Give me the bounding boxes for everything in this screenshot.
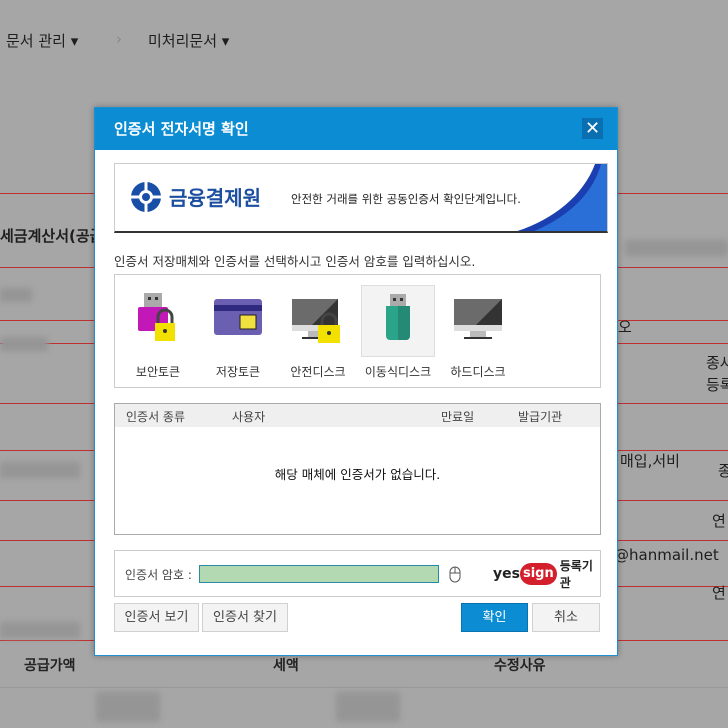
column-header: 공급가액 [24,658,76,674]
security-token-icon [138,293,175,341]
password-section: 인증서 암호 : yes sign 등록기관 [114,550,601,597]
password-label: 인증서 암호 : [125,568,192,582]
view-certificate-button[interactable]: 인증서 보기 [114,603,199,632]
find-certificate-button[interactable]: 인증서 찾기 [202,603,288,632]
cell-text: 매입,서비 [620,452,680,470]
kftc-logo-icon [131,182,161,212]
kftc-banner: 금융결제원 안전한 거래를 위한 공동인증서 확인단계입니다. [114,163,608,233]
certificate-signing-dialog: 인증서 전자서명 확인 ✕ 금융결제원 안전한 거래를 위한 공동인증서 확인단… [94,107,618,656]
media-label: 이동식디스크 [364,365,432,379]
dialog-title: 인증서 전자서명 확인 [114,120,249,138]
breadcrumb-item[interactable]: 문서 관리 ▾ [6,30,78,51]
certificate-password-input[interactable] [199,565,439,583]
storage-media-selector: 보안토큰 저장토큰 안전디스크 이동식디스크 하드디스크 [114,274,601,388]
cell-text: 종사 [706,354,728,372]
column-header[interactable]: 인증서 종류 [126,408,185,425]
close-icon[interactable]: ✕ [582,118,603,139]
yessign-logo-text: yes [493,566,520,582]
storage-token-icon [214,299,262,335]
media-label: 저장토큰 [215,365,261,379]
cell-text: 오 [618,318,632,336]
certificate-list[interactable]: 인증서 종류 사용자 만료일 발급기관 해당 매체에 인증서가 없습니다. [114,403,601,535]
media-label: 하드디스크 [450,365,506,379]
removable-disk-icon [386,294,410,340]
media-secure-disk[interactable] [281,285,355,357]
cell-text: 연 [712,584,726,602]
blurred-text [0,337,48,351]
breadcrumb-item[interactable]: 미처리문서 ▾ [148,30,229,51]
media-label: 보안토큰 [135,365,181,379]
media-storage-token[interactable] [201,285,275,357]
banner-swoosh [517,164,607,231]
hard-disk-icon [454,299,502,339]
ok-button[interactable]: 확인 [461,603,528,632]
cell-text: 연 [712,512,726,530]
yessign-logo: yes sign 등록기관 [493,559,600,590]
blurred-text [625,240,728,256]
section-title: 세금계산서(공급 [0,227,104,245]
blurred-text [336,692,400,722]
column-header[interactable]: 만료일 [441,408,474,425]
email-text: @hanmail.net [614,546,719,564]
cell-text: 등록 [706,376,728,394]
secure-disk-icon [292,299,340,343]
column-header: 수정사유 [494,658,546,674]
column-header[interactable]: 사용자 [232,408,265,425]
blurred-text [0,622,80,638]
blurred-text [96,692,160,722]
divider [0,687,728,688]
yessign-logo-text: sign [519,563,557,585]
banner-message: 안전한 거래를 위한 공동인증서 확인단계입니다. [291,192,521,206]
column-header[interactable]: 발급기관 [518,408,562,425]
blurred-text [0,288,32,302]
media-security-token[interactable] [121,285,195,357]
kftc-logo-text: 금융결제원 [169,186,261,210]
media-label: 안전디스크 [290,365,346,379]
dialog-titlebar: 인증서 전자서명 확인 ✕ [95,108,617,150]
column-header: 세액 [273,658,299,674]
chevron-right-icon: › [116,30,122,48]
certificate-list-header: 인증서 종류 사용자 만료일 발급기관 [115,404,600,427]
mouse-icon[interactable] [449,564,461,584]
registrar-label: 등록기관 [559,559,593,590]
media-removable-disk[interactable] [361,285,435,357]
empty-message: 해당 매체에 인증서가 없습니다. [274,467,441,482]
blurred-text [0,462,80,478]
media-hard-disk[interactable] [441,285,515,357]
instruction-text: 인증서 저장매체와 인증서를 선택하시고 인증서 암호를 입력하십시오. [114,254,476,269]
cell-text: 종 [718,462,728,480]
cancel-button[interactable]: 취소 [532,603,600,632]
